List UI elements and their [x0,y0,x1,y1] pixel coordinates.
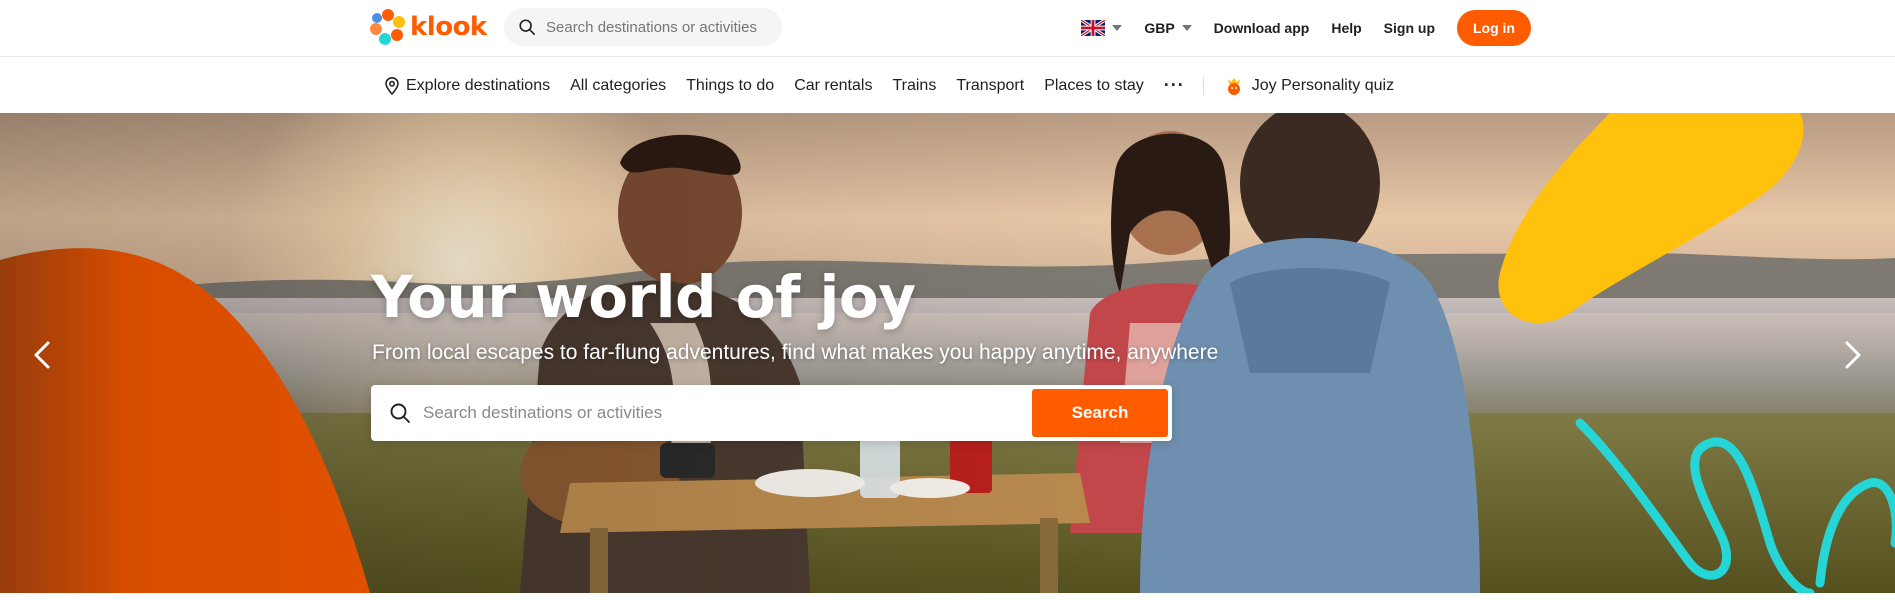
nav-all-categories[interactable]: All categories [570,77,666,95]
currency-label: GBP [1144,20,1175,36]
nav-places-to-stay[interactable]: Places to stay [1044,77,1144,95]
chevron-down-icon [1181,25,1192,31]
download-app-link[interactable]: Download app [1214,20,1310,36]
page-background [0,593,1895,600]
nav-explore-destinations[interactable]: Explore destinations [384,77,550,95]
klook-logo-icon [370,9,405,45]
nav-transport[interactable]: Transport [956,77,1024,95]
klook-logo-text: klook [410,12,487,42]
chevron-down-icon [1112,25,1123,31]
chevron-right-icon[interactable] [1833,337,1869,373]
location-pin-icon [385,76,399,95]
hero-subtitle: From local escapes to far-flung adventur… [372,341,1219,364]
klook-logo[interactable]: klook [370,9,487,45]
uk-flag-icon [1081,20,1106,36]
nav-trains[interactable]: Trains [892,77,936,95]
log-in-button[interactable]: Log in [1457,10,1531,46]
more-menu-icon[interactable]: ··· [1164,75,1185,96]
header-actions: GBP Download app Help Sign up Log in [1081,9,1531,47]
joy-personality-quiz-link[interactable]: Joy Personality quiz [1224,75,1394,97]
nav-car-rentals[interactable]: Car rentals [794,77,872,95]
help-link[interactable]: Help [1331,20,1361,36]
category-nav: Explore destinations All categories Thin… [0,58,1895,113]
language-selector[interactable] [1081,20,1123,36]
quiz-label: Joy Personality quiz [1251,76,1395,94]
hero-search-button[interactable]: Search [1032,389,1168,437]
header-search-input[interactable] [546,18,766,36]
nav-divider [1202,76,1204,95]
nav-explore-label: Explore destinations [406,76,551,94]
currency-selector[interactable]: GBP [1144,20,1192,36]
hero-title: Your world of joy [371,263,916,331]
top-header: klook GBP Download app Help Sign up Log … [0,0,1895,57]
header-search-bar[interactable] [504,8,782,46]
sign-up-link[interactable]: Sign up [1384,20,1435,36]
quiz-mascot-icon [1227,77,1240,95]
chevron-left-icon[interactable] [26,337,62,373]
search-icon [519,19,536,36]
search-icon [390,403,410,423]
hero-banner: Your world of joy From local escapes to … [0,113,1895,593]
nav-things-to-do[interactable]: Things to do [686,77,774,95]
hero-search-bar[interactable]: Search [371,385,1172,441]
hero-search-input[interactable] [423,403,1023,423]
